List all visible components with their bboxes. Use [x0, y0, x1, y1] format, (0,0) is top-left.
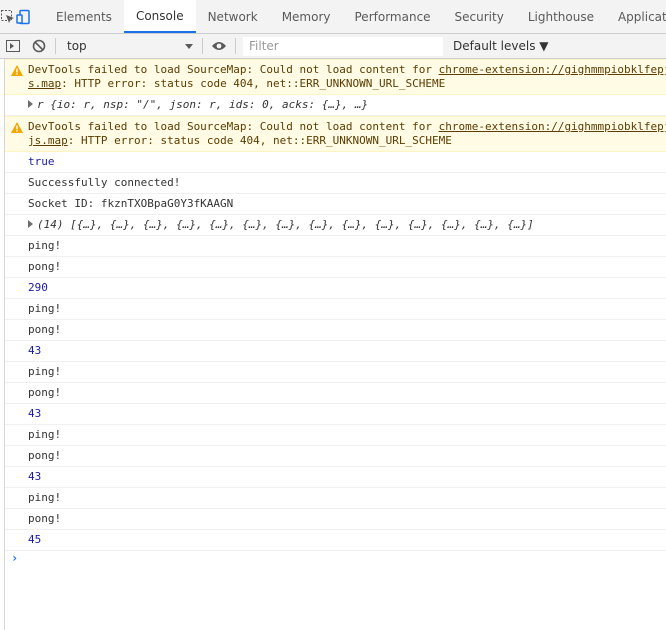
sourcemap-link[interactable]: chrome-extension://gighmmpiobklfepj: [439, 120, 666, 133]
live-expression-eye-icon[interactable]: [206, 34, 232, 59]
tab-performance[interactable]: Performance: [343, 0, 443, 33]
log-line: true: [5, 152, 666, 173]
log-line: ping!: [5, 488, 666, 509]
log-line: 43: [5, 404, 666, 425]
log-line: pong!: [5, 509, 666, 530]
log-list: ping! pong! 290 ping! pong! 43 ping! pong! 43 pin…: [5, 236, 666, 551]
log-line: 290: [5, 278, 666, 299]
log-line: ping!: [5, 362, 666, 383]
inspect-element-icon[interactable]: [0, 0, 16, 33]
log-line: pong!: [5, 257, 666, 278]
log-line: pong!: [5, 446, 666, 467]
array-preview: (14) [{…}, {…}, {…}, {…}, {…}, {…}, {…},…: [37, 218, 534, 231]
log-line: 43: [5, 341, 666, 362]
expand-triangle-icon[interactable]: [28, 100, 33, 108]
context-select[interactable]: top: [59, 36, 199, 56]
tab-memory[interactable]: Memory: [270, 0, 343, 33]
object-preview: r {io: r, nsp: "/", json: r, ids: 0, ack…: [37, 98, 369, 111]
tab-security[interactable]: Security: [443, 0, 516, 33]
log-line: ping!: [5, 425, 666, 446]
log-levels-dropdown[interactable]: Default levels ▼: [453, 39, 549, 53]
tab-console[interactable]: Console: [123, 0, 196, 33]
warning-icon: [11, 122, 23, 133]
sourcemap-link[interactable]: chrome-extension://gighmmpiobklfepj: [439, 63, 666, 76]
device-toolbar-icon[interactable]: [16, 0, 32, 33]
console-toolbar: top Default levels ▼: [0, 34, 666, 59]
log-line: ping!: [5, 236, 666, 257]
warning-text-rest: : HTTP error: status code 404, net::ERR_…: [61, 77, 446, 90]
warning-text: DevTools failed to load SourceMap: Could…: [28, 63, 439, 76]
tab-application[interactable]: Application: [606, 0, 666, 33]
log-line: 43: [5, 467, 666, 488]
sourcemap-link-cont[interactable]: js.map: [28, 134, 68, 147]
chevron-down-icon: [185, 39, 193, 53]
warning-icon: [11, 65, 23, 76]
tab-lighthouse[interactable]: Lighthouse: [516, 0, 606, 33]
log-line: 45: [5, 530, 666, 551]
filter-input[interactable]: [243, 36, 443, 56]
context-label: top: [67, 39, 87, 53]
warning-text-rest: : HTTP error: status code 404, net::ERR_…: [67, 134, 452, 147]
console-prompt-row[interactable]: ›: [5, 551, 666, 573]
clear-console-icon[interactable]: [26, 34, 52, 59]
devtools-tabbar: Elements Console Network Memory Performa…: [0, 0, 666, 34]
warning-text: DevTools failed to load SourceMap: Could…: [28, 120, 439, 133]
toolbar-divider: [202, 38, 203, 54]
log-line: Socket ID: fkznTXOBpaG0Y3fKAAGN: [5, 194, 666, 215]
object-log[interactable]: r {io: r, nsp: "/", json: r, ids: 0, ack…: [5, 95, 666, 116]
prompt-chevron-icon: ›: [11, 551, 19, 565]
log-line: pong!: [5, 320, 666, 341]
tab-network[interactable]: Network: [196, 0, 270, 33]
warning-message: DevTools failed to load SourceMap: Could…: [5, 116, 666, 152]
toolbar-divider: [235, 38, 236, 54]
tab-elements[interactable]: Elements: [44, 0, 124, 33]
array-log[interactable]: (14) [{…}, {…}, {…}, {…}, {…}, {…}, {…},…: [5, 215, 666, 236]
log-line: pong!: [5, 383, 666, 404]
console-output: DevTools failed to load SourceMap: Could…: [4, 59, 666, 630]
show-sidebar-icon[interactable]: [0, 34, 26, 59]
sourcemap-link-cont[interactable]: s.map: [28, 77, 61, 90]
log-line: Successfully connected!: [5, 173, 666, 194]
expand-triangle-icon[interactable]: [28, 220, 33, 228]
warning-message: DevTools failed to load SourceMap: Could…: [5, 59, 666, 95]
toolbar-divider: [55, 38, 56, 54]
log-line: ping!: [5, 299, 666, 320]
